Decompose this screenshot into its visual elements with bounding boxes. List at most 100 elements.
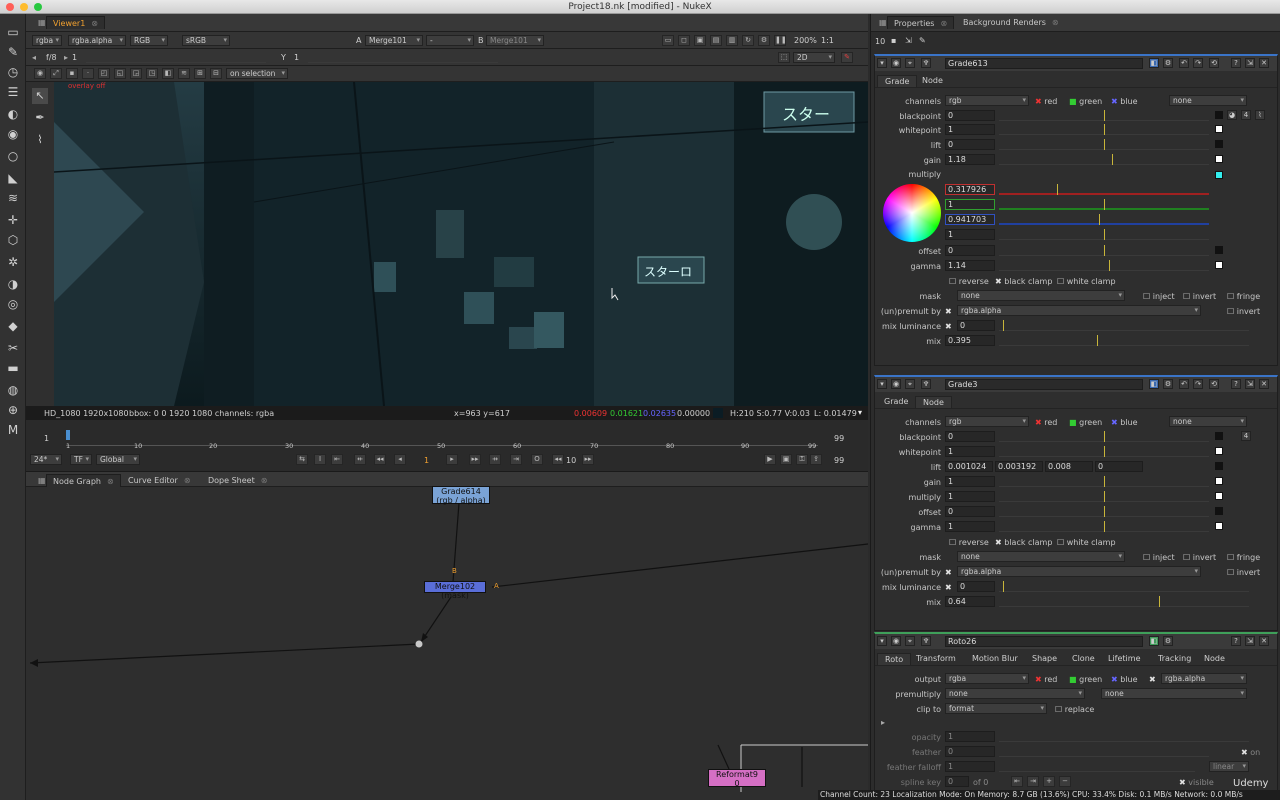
merge-a-input[interactable]: A xyxy=(494,582,499,590)
prev-increment-icon[interactable]: ◂◂ xyxy=(374,454,386,465)
invert-premult-checkbox[interactable]: ☐ invert xyxy=(1227,568,1260,577)
next-keyframe-icon[interactable]: ⇸ xyxy=(489,454,501,465)
tab-node-graph[interactable]: Node Graph ⊗ xyxy=(46,474,121,487)
tab-properties[interactable]: Properties ⊗ xyxy=(887,16,955,29)
clip-icon[interactable]: ◻ xyxy=(678,35,690,46)
keyer-tool-icon[interactable]: ○ xyxy=(5,148,21,164)
undo-icon[interactable]: ↶ xyxy=(1179,58,1189,68)
blackpoint-field[interactable]: 0 xyxy=(945,110,995,121)
toolsets-tool-icon[interactable]: ✂ xyxy=(5,340,21,356)
nukex-tool-icon[interactable]: M xyxy=(5,422,21,438)
mask-dropdown[interactable]: none xyxy=(957,290,1125,301)
viewer-image[interactable]: スター スターロ overlay off xyxy=(54,82,868,406)
lift-a-field[interactable]: 0 xyxy=(1095,461,1143,472)
output-dropdown[interactable]: rgba xyxy=(945,673,1029,684)
revert-icon[interactable]: ⟲ xyxy=(1209,58,1219,68)
replace-checkbox[interactable]: ☐ replace xyxy=(1055,705,1094,714)
node-grade614[interactable]: Grade614 (rgb / alpha) xyxy=(432,486,490,505)
multiply-swatch[interactable] xyxy=(1215,171,1223,179)
overlay-icon[interactable]: ▣ xyxy=(694,35,706,46)
mix-luminance-checkbox[interactable]: ✖ xyxy=(945,583,952,592)
mix-luminance-slider[interactable] xyxy=(999,581,1249,592)
whitepoint-slider[interactable] xyxy=(999,124,1209,135)
gain-slider[interactable] xyxy=(999,476,1209,487)
color-picker-icon[interactable]: ◕ xyxy=(1227,110,1237,120)
tab-dope-sheet[interactable]: Dope Sheet ⊗ xyxy=(202,474,273,487)
tree-icon[interactable]: ♆ xyxy=(921,58,931,68)
clip-to-dropdown[interactable]: format xyxy=(945,703,1047,714)
pixel-ratio[interactable]: 1:1 xyxy=(821,36,834,45)
lift-field[interactable]: 0 xyxy=(945,139,995,150)
help-icon[interactable]: ? xyxy=(1231,379,1241,389)
merge-b-input[interactable]: B xyxy=(452,567,457,575)
point-icon[interactable]: · xyxy=(82,68,94,79)
close-icon[interactable]: ✕ xyxy=(1259,379,1269,389)
pen-icon[interactable]: ✒ xyxy=(32,110,48,126)
gamma-slider[interactable] xyxy=(999,521,1209,532)
spline-key-field[interactable]: 0 xyxy=(945,776,969,787)
tree-icon[interactable]: ♆ xyxy=(921,636,931,646)
gamma-field[interactable]: 1 xyxy=(945,521,995,532)
blue-checkbox[interactable]: ✖ blue xyxy=(1111,97,1138,106)
white-clamp-checkbox[interactable]: ☐ white clamp xyxy=(1057,277,1116,286)
color-tool-icon[interactable]: ◐ xyxy=(5,106,21,122)
float-icon[interactable]: ⇲ xyxy=(1245,636,1255,646)
gamma-slider[interactable] xyxy=(999,260,1209,271)
black-clamp-checkbox[interactable]: ✖ black clamp xyxy=(995,538,1052,547)
skip-mode-icon[interactable]: O xyxy=(531,454,543,465)
whitepoint-swatch[interactable] xyxy=(1215,125,1223,133)
tab-roto[interactable]: Roto xyxy=(877,653,912,665)
cache-icon[interactable]: ⚙ xyxy=(758,35,770,46)
color-wheel[interactable] xyxy=(883,184,941,242)
premult-dropdown[interactable]: rgba.alpha xyxy=(957,566,1201,577)
merge-tool-icon[interactable]: ◣ xyxy=(5,170,21,186)
gain-field[interactable]: 1 xyxy=(945,476,995,487)
whitepoint-slider[interactable] xyxy=(999,446,1209,457)
whitepoint-field[interactable]: 1 xyxy=(945,446,995,457)
tab-transform[interactable]: Transform xyxy=(909,653,963,665)
green-checkbox[interactable]: ■ green xyxy=(1069,97,1102,106)
channels-dropdown[interactable]: rgb xyxy=(945,416,1029,427)
lut-dropdown[interactable]: sRGB xyxy=(182,35,230,46)
opacity-field[interactable]: 1 xyxy=(945,731,995,742)
mix-luminance-slider[interactable] xyxy=(999,320,1249,331)
flipbook-icon[interactable]: ▶ xyxy=(764,454,776,465)
lift-r-field[interactable]: 0.001024 xyxy=(945,461,993,472)
feather-falloff-field[interactable]: 1 xyxy=(945,761,995,772)
tab-grade[interactable]: Grade xyxy=(877,75,918,87)
step-back-icon[interactable]: ◂◂ xyxy=(552,454,564,465)
mix-slider[interactable] xyxy=(999,335,1249,346)
play-forward-icon[interactable]: ▸ xyxy=(446,454,458,465)
opacity-slider[interactable] xyxy=(999,731,1249,742)
help-icon[interactable]: ? xyxy=(1231,636,1241,646)
pane-menu-icon[interactable]: ▦ xyxy=(32,16,46,29)
tab-viewer1[interactable]: Viewer1 ⊗ xyxy=(46,16,105,29)
invert-checkbox[interactable]: ☐ invert xyxy=(1183,292,1216,301)
lock-range-icon[interactable]: ⚿ xyxy=(796,454,808,465)
snap-icon[interactable]: ▪ xyxy=(66,68,78,79)
multiply-slider[interactable] xyxy=(999,491,1209,502)
disable-icon[interactable]: ◉ xyxy=(891,58,901,68)
frame-increment[interactable]: 10 xyxy=(566,456,576,465)
gamma-value[interactable]: 1 xyxy=(294,53,299,62)
curve-icon[interactable]: ⌇ xyxy=(32,132,48,148)
filter-tool-icon[interactable]: ◉ xyxy=(5,126,21,142)
draw-tool-icon[interactable]: ✎ xyxy=(5,44,21,60)
blackpoint-field[interactable]: 0 xyxy=(945,431,995,442)
channels-dropdown[interactable]: rgba xyxy=(32,35,62,46)
redo-icon[interactable]: ↷ xyxy=(1193,58,1203,68)
mix-luminance-field[interactable]: 0 xyxy=(957,581,995,592)
viewer-toggle-icon[interactable]: ◧ xyxy=(1149,58,1159,68)
timeline-end[interactable]: 99 xyxy=(834,434,844,443)
viewer-toggle-icon[interactable]: ◧ xyxy=(1149,636,1159,646)
label-icon[interactable]: ◲ xyxy=(130,68,142,79)
premult-checkbox[interactable]: ✖ xyxy=(945,307,952,316)
inject-checkbox[interactable]: ☐ inject xyxy=(1143,553,1175,562)
transform-tool-icon[interactable]: ✛ xyxy=(5,212,21,228)
downscale-icon[interactable]: ▥ xyxy=(726,35,738,46)
premultiply-dropdown[interactable]: none xyxy=(945,688,1085,699)
tree-icon[interactable]: ♆ xyxy=(921,379,931,389)
offset-slider[interactable] xyxy=(999,506,1209,517)
multiply-a-slider[interactable] xyxy=(999,229,1209,240)
mix-field[interactable]: 0.64 xyxy=(945,596,995,607)
